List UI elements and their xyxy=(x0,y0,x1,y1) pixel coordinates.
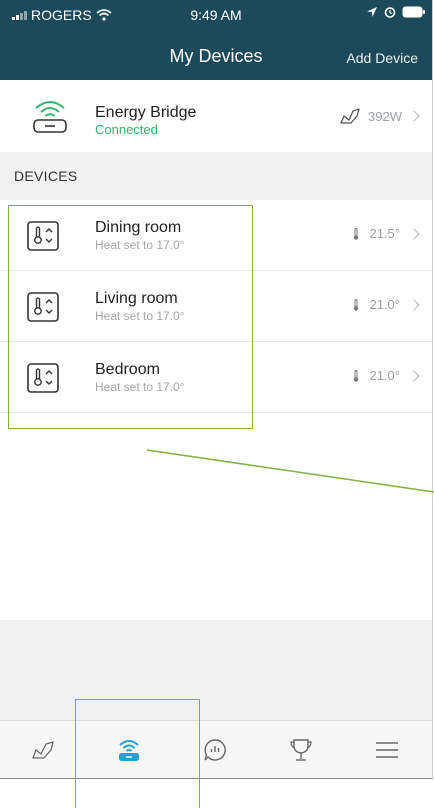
annotation-callout-line xyxy=(146,449,434,493)
